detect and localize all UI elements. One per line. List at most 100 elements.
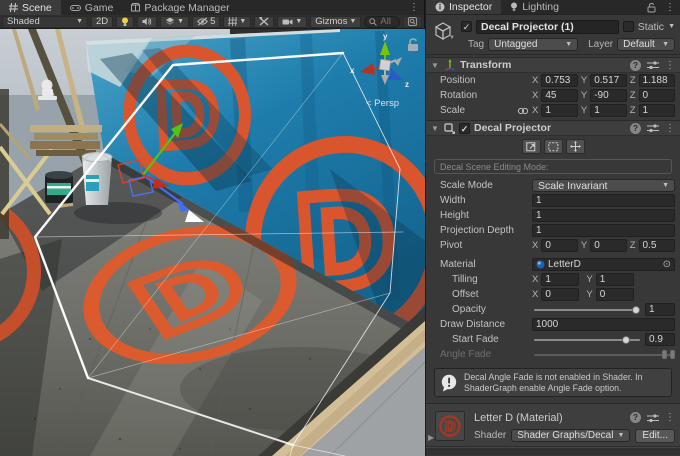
gizmos-dropdown[interactable]: Gizmos ▼ — [310, 16, 361, 28]
tab-package-manager[interactable]: Package Manager — [122, 0, 238, 15]
layer-dropdown[interactable]: Default ▼ — [617, 38, 675, 51]
draw-distance-input[interactable] — [532, 318, 675, 331]
width-row: Width — [426, 193, 680, 208]
draw-distance-row: Draw Distance — [426, 317, 680, 332]
object-picker-icon[interactable]: ⊙ — [663, 259, 671, 270]
tilling-row: Tilling X Y — [426, 272, 680, 287]
search-icon — [369, 18, 377, 26]
foldout-icon[interactable]: ▼ — [431, 61, 440, 70]
scene-pane-menu-icon[interactable]: ⋮ — [404, 0, 424, 15]
scene-tools-button[interactable] — [254, 16, 274, 28]
transform-header[interactable]: ▼ Transform ? ⋮ — [426, 57, 680, 73]
presets-icon[interactable] — [647, 60, 659, 70]
decal-projector-header[interactable]: ▼ ✓ Decal Projector ? ⋮ — [426, 120, 680, 136]
start-fade-slider[interactable] — [532, 333, 642, 346]
rotation-z-input[interactable] — [639, 89, 676, 102]
opacity-input[interactable] — [645, 303, 675, 316]
material-preview-strip — [426, 447, 680, 455]
tab-scene[interactable]: Scene — [0, 0, 61, 15]
height-label: Height — [440, 210, 529, 221]
lightbulb-icon — [121, 17, 129, 27]
pivot-z-input[interactable] — [639, 239, 676, 252]
static-checkbox[interactable] — [623, 21, 634, 32]
scene-viewport[interactable]: D D — [0, 29, 425, 456]
position-x-input[interactable] — [541, 74, 578, 87]
material-thumbnail[interactable]: D — [435, 411, 465, 441]
angle-fade-minmax-slider[interactable] — [532, 348, 675, 361]
material-object-field[interactable]: LetterD ⊙ — [532, 258, 675, 271]
effects-icon — [165, 17, 175, 26]
tilling-y-input[interactable] — [596, 273, 634, 286]
width-input[interactable] — [532, 194, 675, 207]
position-y-input[interactable] — [590, 74, 627, 87]
start-fade-input[interactable] — [645, 333, 675, 346]
more-menu-icon[interactable]: ⋮ — [665, 123, 675, 134]
scene-camera-dropdown[interactable]: ▼ — [277, 16, 307, 28]
offset-label: Offset — [440, 289, 529, 300]
foldout-icon[interactable]: ▼ — [431, 124, 440, 133]
active-checkbox[interactable]: ✓ — [461, 21, 472, 32]
scale-mode-dropdown[interactable]: Scale Invariant ▼ — [532, 179, 675, 192]
scale-z-input[interactable] — [639, 104, 676, 117]
axis-x: X — [532, 289, 538, 300]
pivot-y-input[interactable] — [590, 239, 627, 252]
scene-search-input[interactable] — [380, 16, 395, 27]
shader-edit-button[interactable]: Edit... — [635, 429, 675, 443]
height-input[interactable] — [532, 209, 675, 222]
scene-effects-dropdown[interactable]: ▼ — [160, 16, 189, 28]
offset-x-input[interactable] — [541, 288, 579, 301]
persp-label[interactable]: < Persp — [366, 98, 399, 109]
shading-mode-label: Shaded — [7, 16, 40, 27]
static-dropdown-icon[interactable]: ▼ — [668, 23, 675, 30]
more-menu-icon[interactable]: ⋮ — [665, 60, 675, 71]
presets-icon[interactable] — [647, 123, 659, 133]
rotation-x-input[interactable] — [541, 89, 578, 102]
transform-title: Transform — [460, 59, 511, 71]
inspector-menu-icon[interactable]: ⋮ — [660, 0, 680, 14]
chevron-down-icon[interactable]: ▼ — [449, 35, 455, 41]
pivot-x-input[interactable] — [541, 239, 578, 252]
toggle-2d-button[interactable]: 2D — [91, 16, 113, 28]
axis-y: Y — [581, 75, 587, 86]
position-z-input[interactable] — [639, 74, 676, 87]
help-icon[interactable]: ? — [630, 123, 641, 134]
lock-icon[interactable] — [646, 2, 657, 13]
gamepad-icon — [70, 4, 81, 12]
scene-search-field[interactable] — [364, 16, 400, 28]
scale-y-input[interactable] — [590, 104, 627, 117]
scale-row: Scale X Y Z — [426, 103, 680, 118]
scene-lighting-toggle[interactable] — [116, 16, 134, 28]
tag-dropdown[interactable]: Untagged ▼ — [488, 38, 578, 51]
shader-dropdown[interactable]: Shader Graphs/Decal ▼ — [511, 429, 630, 442]
link-icon[interactable] — [517, 106, 529, 116]
opacity-slider[interactable] — [532, 303, 642, 316]
tab-lighting[interactable]: Lighting — [501, 0, 568, 14]
help-icon[interactable]: ? — [630, 60, 641, 71]
scene-tabstrip: Scene Game Package Manager ⋮ — [0, 0, 424, 15]
material-section-header[interactable]: D ▶ Letter D (Material) ? ⋮ Shader Shade… — [426, 403, 680, 447]
material-sphere-icon — [536, 260, 545, 269]
presets-icon[interactable] — [647, 413, 659, 423]
pivot-edit-mode-button[interactable] — [566, 139, 585, 154]
scale-edit-mode-button[interactable] — [522, 139, 541, 154]
tab-game[interactable]: Game — [61, 0, 123, 15]
scale-x-input[interactable] — [541, 104, 578, 117]
offset-y-input[interactable] — [596, 288, 634, 301]
help-icon[interactable]: ? — [630, 412, 641, 423]
shading-mode-dropdown[interactable]: Shaded ▼ — [2, 16, 88, 28]
projection-depth-input[interactable] — [532, 224, 675, 237]
axis-y: Y — [581, 240, 587, 251]
component-enabled-checkbox[interactable]: ✓ — [459, 123, 470, 134]
projection-depth-row: Projection Depth — [426, 223, 680, 238]
crop-edit-mode-button[interactable] — [544, 139, 563, 154]
more-menu-icon[interactable]: ⋮ — [665, 412, 675, 423]
tab-inspector[interactable]: Inspector — [426, 0, 501, 14]
scene-grid-dropdown[interactable]: ▼ — [223, 16, 251, 28]
search-window-button[interactable] — [403, 16, 422, 28]
rotation-y-input[interactable] — [590, 89, 627, 102]
tilling-x-input[interactable] — [541, 273, 579, 286]
scene-audio-toggle[interactable] — [137, 16, 157, 28]
hidden-objects-button[interactable]: 5 — [192, 16, 220, 28]
foldout-icon[interactable]: ▶ — [428, 433, 434, 442]
gameobject-name-input[interactable] — [476, 20, 619, 34]
